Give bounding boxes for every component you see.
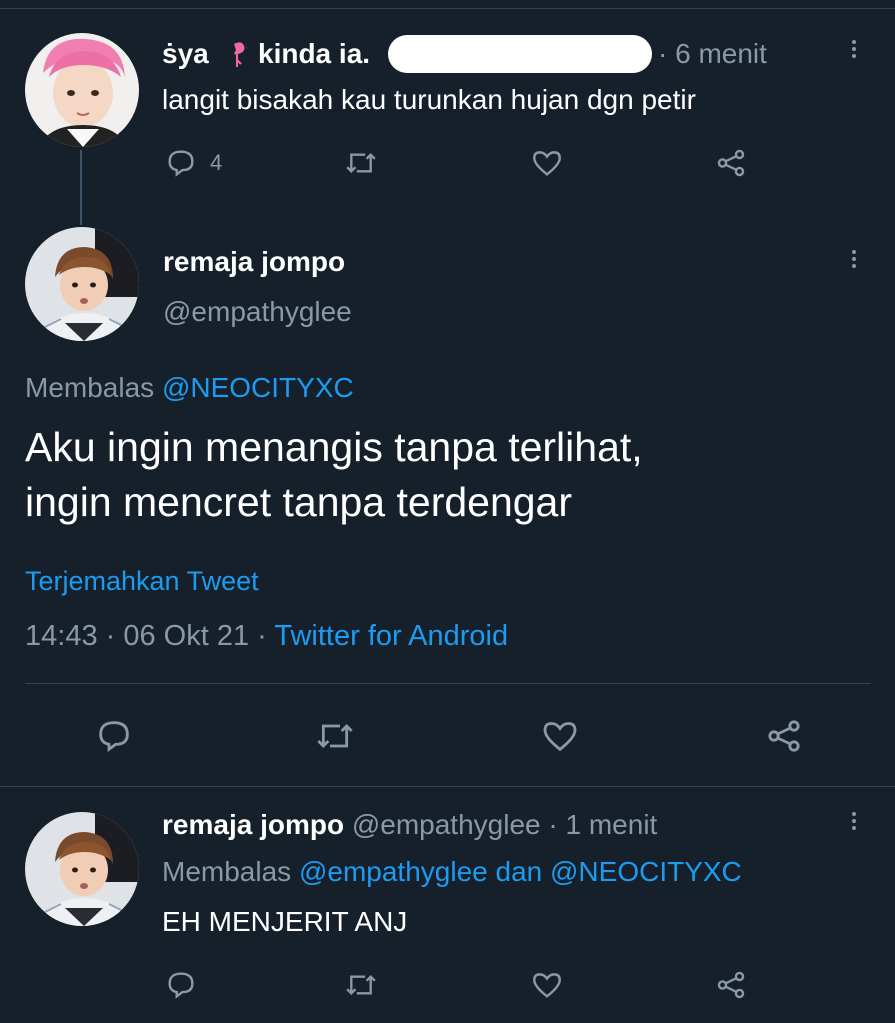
reply-count: 4 [210,150,223,175]
share-button[interactable] [714,146,748,180]
tweet-header: remaja jompo @empathyglee · 1 menit [162,809,657,841]
translate-tweet-link[interactable]: Terjemahkan Tweet [25,566,259,597]
source-link[interactable]: Twitter for Android [274,620,508,652]
mention-link[interactable]: @empathyglee [299,856,488,887]
reply-conjunction: dan [495,856,543,887]
reply-button[interactable]: 4 [164,146,222,180]
share-icon [717,149,745,177]
divider [25,683,871,684]
reply-label: Membalas [162,856,292,887]
reply-label: Membalas [25,372,155,403]
share-button[interactable] [714,968,748,1002]
mention-link[interactable]: @NEOCITYXC [550,856,742,887]
top-divider [0,8,895,9]
thread-connector [80,150,82,225]
heart-icon [533,973,561,998]
retweet-icon [346,975,376,995]
more-options-icon[interactable] [849,40,859,58]
tweet-text-line-2: ingin mencret tanpa terdengar [25,479,573,525]
heart-icon [533,151,561,176]
reply-icon [168,972,194,999]
avatar[interactable] [25,227,139,341]
reply-icon [99,721,129,753]
avatar[interactable] [25,33,139,147]
user-handle[interactable]: @empathyglee [352,809,541,840]
tweet-text: langit bisakah kau turunkan hujan dgn pe… [162,84,696,115]
display-name[interactable]: remaja jompo [162,809,344,840]
timestamp[interactable]: 14:43 · 06 Okt 21 · [25,620,267,652]
retweet-button[interactable] [313,716,357,756]
display-name-part-2[interactable]: kinda ia. [258,38,370,70]
tweet-time[interactable]: · 1 menit [548,809,657,840]
retweet-button[interactable] [343,968,379,1002]
share-icon [768,720,800,752]
display-name-part-1[interactable]: ṡya [162,38,209,70]
like-button[interactable] [530,146,564,180]
reply-button[interactable] [164,968,198,1002]
tweet-time[interactable]: · 6 menit [658,38,767,70]
reply-context: Membalas @empathyglee dan @NEOCITYXC [162,856,742,888]
reply-button[interactable] [94,716,134,756]
retweet-icon [317,723,353,749]
retweet-button[interactable] [343,146,379,180]
tweet-text: Aku ingin menangis tanpa terlihat, ingin… [25,420,643,530]
tweet-text: EH MENJERIT ANJ [162,906,408,937]
user-handle[interactable]: @empathyglee [163,296,352,328]
share-button[interactable] [764,716,804,756]
tweet-meta: 14:43 · 06 Okt 21 · Twitter for Android [25,620,508,653]
display-name[interactable]: remaja jompo [163,246,345,278]
reply-context: Membalas @NEOCITYXC [25,372,354,404]
reply-icon [168,150,194,177]
like-button[interactable] [540,716,580,756]
mention-link[interactable]: @NEOCITYXC [162,372,354,403]
heart-icon [543,722,577,752]
more-options-icon[interactable] [849,250,859,268]
retweet-icon [346,153,376,173]
section-divider [0,786,895,787]
flamingo-icon [220,36,254,70]
tweet-text-line-1: Aku ingin menangis tanpa terlihat, [25,424,643,470]
avatar[interactable] [25,812,139,926]
redacted-block [388,35,652,73]
like-button[interactable] [530,968,564,1002]
more-options-icon[interactable] [849,812,859,830]
share-icon [717,971,745,999]
